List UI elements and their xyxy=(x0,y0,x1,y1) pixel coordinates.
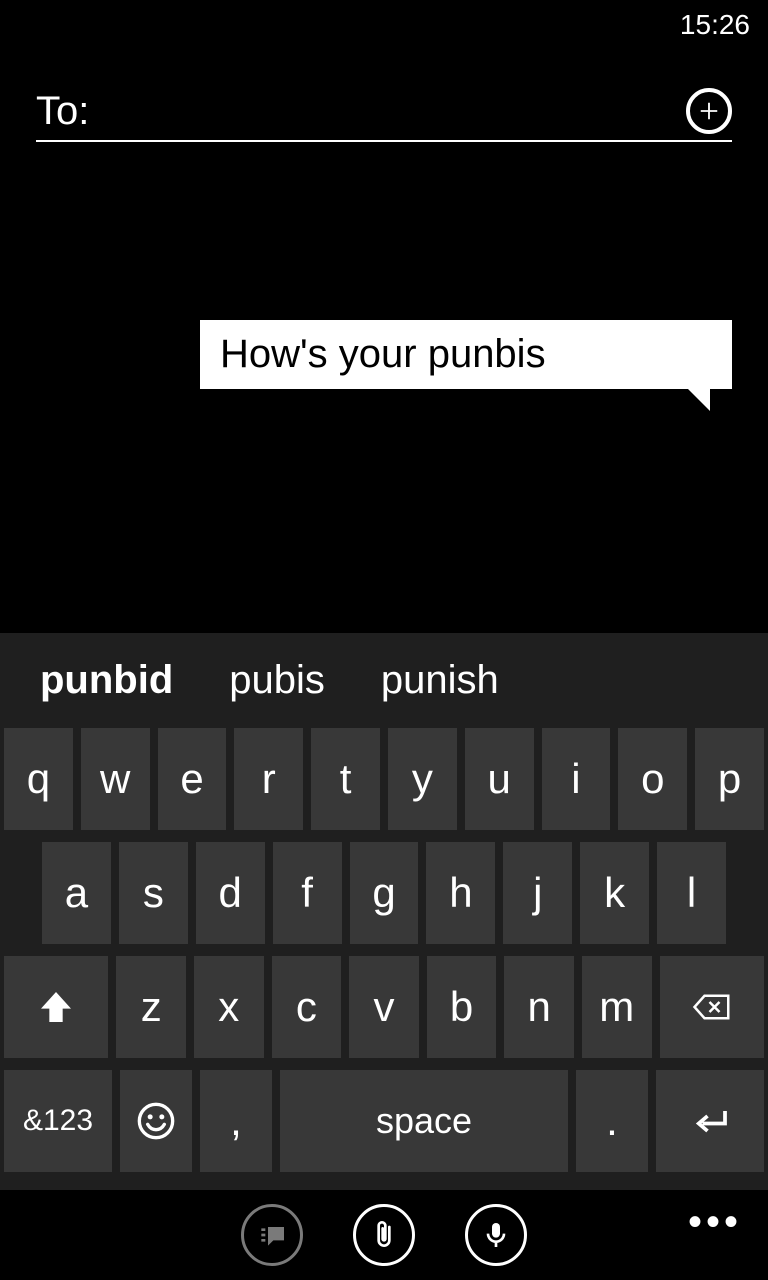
key-y[interactable]: y xyxy=(388,728,457,830)
on-screen-keyboard: punbid pubis punish q w e r t y u i o p … xyxy=(0,633,768,1280)
key-b[interactable]: b xyxy=(427,956,497,1058)
message-text: How's your punbis xyxy=(220,332,546,376)
enter-key[interactable] xyxy=(656,1070,764,1172)
paperclip-icon xyxy=(368,1219,400,1251)
keyboard-row-3: z x c v b n m xyxy=(2,956,766,1058)
to-label: To: xyxy=(36,89,89,134)
key-p[interactable]: p xyxy=(695,728,764,830)
key-w[interactable]: w xyxy=(81,728,150,830)
more-button[interactable]: ••• xyxy=(688,1200,742,1245)
shift-icon xyxy=(36,987,76,1027)
space-key[interactable]: space xyxy=(280,1070,568,1172)
keyboard-row-1: q w e r t y u i o p xyxy=(2,728,766,830)
key-i[interactable]: i xyxy=(542,728,611,830)
status-bar: 15:26 xyxy=(0,0,768,50)
plus-icon xyxy=(698,100,720,122)
key-e[interactable]: e xyxy=(158,728,227,830)
send-button[interactable] xyxy=(241,1204,303,1266)
key-x[interactable]: x xyxy=(194,956,264,1058)
microphone-icon xyxy=(480,1219,512,1251)
suggestion-3[interactable]: punish xyxy=(381,658,499,703)
smiley-icon xyxy=(136,1101,176,1141)
backspace-icon xyxy=(692,987,732,1027)
key-s[interactable]: s xyxy=(119,842,188,944)
recipient-input[interactable] xyxy=(101,89,686,134)
keyboard-row-2: a s d f g h j k l xyxy=(2,842,766,944)
send-icon xyxy=(256,1219,288,1251)
key-l[interactable]: l xyxy=(657,842,726,944)
key-j[interactable]: j xyxy=(503,842,572,944)
key-h[interactable]: h xyxy=(426,842,495,944)
key-o[interactable]: o xyxy=(618,728,687,830)
period-key[interactable]: . xyxy=(576,1070,648,1172)
clock: 15:26 xyxy=(680,9,750,41)
key-u[interactable]: u xyxy=(465,728,534,830)
key-v[interactable]: v xyxy=(349,956,419,1058)
key-c[interactable]: c xyxy=(272,956,342,1058)
message-input[interactable]: How's your punbis xyxy=(200,320,732,389)
key-z[interactable]: z xyxy=(116,956,186,1058)
attach-button[interactable] xyxy=(353,1204,415,1266)
key-q[interactable]: q xyxy=(4,728,73,830)
emoji-key[interactable] xyxy=(120,1070,192,1172)
shift-key[interactable] xyxy=(4,956,108,1058)
key-n[interactable]: n xyxy=(504,956,574,1058)
key-m[interactable]: m xyxy=(582,956,652,1058)
backspace-key[interactable] xyxy=(660,956,764,1058)
suggestion-bar: punbid pubis punish xyxy=(0,633,768,728)
recipient-row: To: xyxy=(36,70,732,142)
suggestion-2[interactable]: pubis xyxy=(229,658,325,703)
key-t[interactable]: t xyxy=(311,728,380,830)
enter-icon xyxy=(690,1101,730,1141)
key-d[interactable]: d xyxy=(196,842,265,944)
suggestion-1[interactable]: punbid xyxy=(40,658,173,703)
comma-key[interactable]: , xyxy=(200,1070,272,1172)
key-g[interactable]: g xyxy=(350,842,419,944)
key-f[interactable]: f xyxy=(273,842,342,944)
app-bar: ••• xyxy=(0,1190,768,1280)
keyboard-row-4: &123 , space . xyxy=(2,1070,766,1172)
compose-area: How's your punbis xyxy=(200,320,732,389)
key-a[interactable]: a xyxy=(42,842,111,944)
voice-button[interactable] xyxy=(465,1204,527,1266)
symbols-key[interactable]: &123 xyxy=(4,1070,112,1172)
key-k[interactable]: k xyxy=(580,842,649,944)
key-r[interactable]: r xyxy=(234,728,303,830)
add-recipient-button[interactable] xyxy=(686,88,732,134)
